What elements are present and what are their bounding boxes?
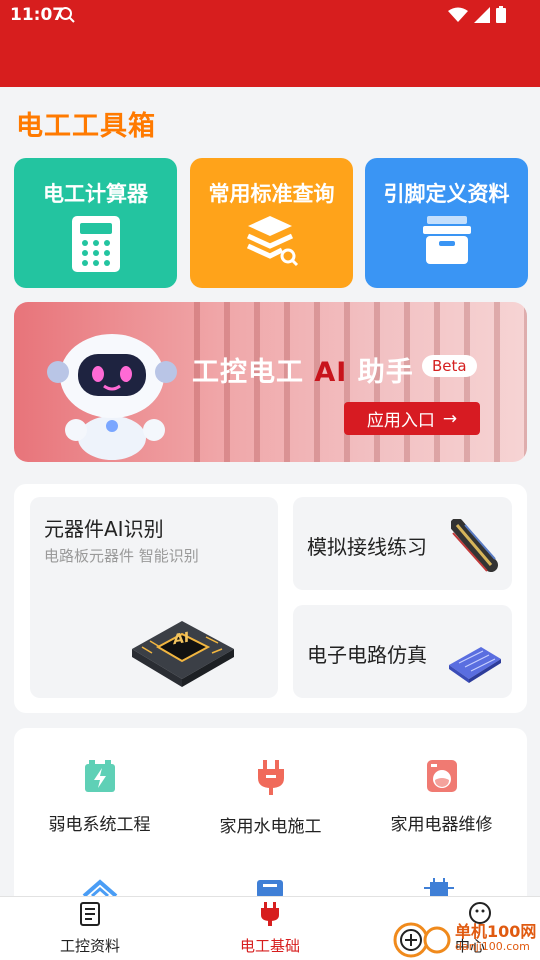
- banner-title-suffix: 助手: [347, 357, 414, 388]
- circuit-simulation-card[interactable]: 电子电路仿真: [293, 605, 512, 698]
- chip-label: AI: [173, 629, 190, 649]
- nav-item-electrical-basics[interactable]: 电工基础: [180, 901, 360, 956]
- page-title: 电工工具箱: [16, 111, 156, 142]
- grid-label: 家用电器维修: [390, 815, 493, 835]
- box-icon: [422, 216, 471, 264]
- grid-label: 家用水电施工: [219, 817, 322, 837]
- layers-search-icon: [246, 216, 298, 267]
- washing-machine-icon: [426, 760, 457, 792]
- tile-label: 常用标准查询: [208, 182, 335, 206]
- grid-item-weak-current[interactable]: 弱电系统工程: [14, 758, 185, 835]
- signal-icon: [474, 6, 490, 23]
- beta-badge: Beta: [422, 355, 477, 377]
- search-icon: [59, 7, 75, 23]
- battery-icon: [496, 6, 506, 23]
- standards-tile[interactable]: 常用标准查询: [190, 158, 353, 288]
- network-home-icon: [82, 879, 118, 898]
- book-icon: [80, 902, 100, 926]
- wiring-practice-card[interactable]: 模拟接线练习: [293, 497, 512, 590]
- grid-label: 弱电系统工程: [48, 815, 151, 835]
- wifi-icon: [448, 7, 468, 22]
- watermark-name: 单机100网: [455, 922, 537, 941]
- plug-icon: [261, 902, 279, 926]
- pcb-icon: [449, 647, 501, 683]
- robot-mascot-icon: [47, 334, 177, 460]
- cable-icon: [451, 519, 498, 572]
- ai-card-title: 元器件AI识别: [44, 517, 164, 541]
- nav-item-industrial-data[interactable]: 工控资料: [0, 901, 180, 956]
- ai-card-subtitle: 电路板元器件 智能识别: [44, 547, 199, 565]
- watermark-url: danji100.com: [455, 940, 530, 953]
- app-entry-button[interactable]: 应用入口 →: [344, 402, 480, 435]
- tile-label: 电工计算器: [43, 182, 148, 206]
- component-ai-recognition-card[interactable]: 元器件AI识别 电路板元器件 智能识别 AI: [30, 497, 278, 698]
- nav-label: 电工基础: [239, 937, 300, 955]
- wiring-practice-label: 模拟接线练习: [307, 535, 427, 559]
- feature-card: 元器件AI识别 电路板元器件 智能识别 AI 模拟接线练习 电子电路仿真: [14, 484, 527, 713]
- grid-item-home-plumbing-electrical[interactable]: 家用水电施工: [185, 758, 356, 837]
- plug-icon: [257, 760, 284, 795]
- circuit-simulation-label: 电子电路仿真: [307, 643, 427, 667]
- battery-bolt-icon: [84, 760, 115, 792]
- status-bar: 11:07: [0, 0, 540, 87]
- entry-label: 应用入口: [366, 411, 435, 431]
- calculator-tile[interactable]: 电工计算器: [14, 158, 177, 288]
- nav-label: 工控资料: [59, 937, 120, 955]
- banner-title-ai: AI: [314, 357, 348, 388]
- grid-item-appliance-repair[interactable]: 家用电器维修: [356, 758, 527, 835]
- banner-title: 工控电工 AI 助手: [192, 350, 414, 389]
- chip-icon: [424, 878, 454, 898]
- document-icon: [257, 880, 283, 898]
- ai-assistant-banner[interactable]: 工控电工 AI 助手 Beta 应用入口 →: [14, 302, 527, 462]
- status-time: 11:07: [10, 5, 65, 25]
- banner-title-text: 工控电工: [192, 357, 315, 388]
- pin-definition-tile[interactable]: 引脚定义资料: [365, 158, 528, 288]
- arrow-right-icon: →: [442, 408, 458, 429]
- calculator-icon: [71, 216, 120, 272]
- tile-label: 引脚定义资料: [383, 182, 510, 206]
